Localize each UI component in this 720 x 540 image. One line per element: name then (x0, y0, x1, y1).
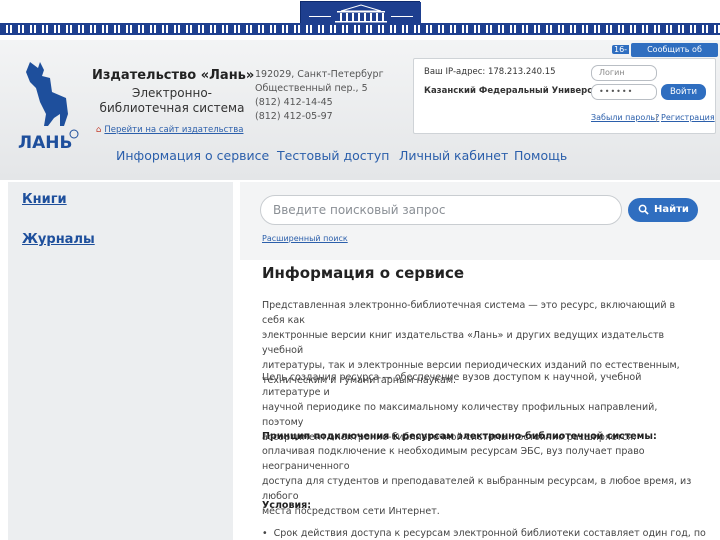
principle-title: Принцип подключения к ресурсам электронн… (262, 431, 657, 442)
publisher-subtitle: Электронно-библиотечная система (99, 86, 245, 115)
principle-paragraph: Принцип подключения к ресурсам электронн… (262, 429, 692, 519)
page-title: Информация о сервисе (262, 264, 465, 282)
text-line: места посредством сети Интернет. (262, 506, 440, 517)
decorative-border (0, 23, 720, 35)
address-line: 192029, Санкт-Петербург (255, 69, 384, 80)
login-input[interactable]: Логин (591, 65, 657, 81)
publisher-site-link-label: Перейти на сайт издательства (104, 125, 244, 135)
forgot-password-link[interactable]: Забыли пароль? (591, 113, 659, 122)
report-error-button[interactable]: Сообщить об ошибке (631, 43, 718, 68)
text-line: доступа для студентов и преподавателей к… (262, 476, 692, 502)
sidebar-item-books[interactable]: Книги (22, 192, 67, 207)
register-link[interactable]: Регистрация (661, 113, 715, 122)
publisher-address: 192029, Санкт-Петербург Общественный пер… (255, 68, 384, 124)
slide-banner (0, 0, 720, 38)
search-icon (638, 204, 649, 215)
main-content: Введите поисковый запрос Найти Расширенн… (240, 182, 720, 540)
search-area: Введите поисковый запрос Найти Расширенн… (240, 182, 720, 260)
phone-number: (812) 412-05-97 (255, 111, 333, 122)
phone-number: (812) 412-14-45 (255, 97, 333, 108)
nav-item-help[interactable]: Помощь (514, 148, 567, 163)
address-line: Общественный пер., 5 (255, 83, 368, 94)
building-emblem-icon (300, 1, 421, 24)
text-line: Цель создания ресурса — обеспечение вузо… (262, 372, 642, 398)
ip-address: Ваш IP-адрес: 178.213.240.15 (424, 67, 556, 77)
report-prefix: 16- (612, 45, 630, 54)
login-button[interactable]: Войти (661, 84, 706, 100)
sidebar-item-journals[interactable]: Журналы (22, 232, 95, 247)
publisher-site-link[interactable]: ⌂ Перейти на сайт издательства (96, 125, 243, 135)
text-line: оплачивая подключение к необходимым ресу… (262, 446, 645, 472)
search-input[interactable]: Введите поисковый запрос (260, 195, 622, 225)
login-panel: Ваш IP-адрес: 178.213.240.15 Казанский Ф… (413, 58, 716, 134)
conditions-title: Условия: (262, 500, 312, 511)
house-icon: ⌂ (96, 125, 102, 135)
advanced-search-link[interactable]: Расширенный поиск (262, 234, 348, 243)
text-line: Представленная электронно-библиотечная с… (262, 300, 676, 326)
text-line: научной периодике по максимальному колич… (262, 402, 658, 428)
password-input[interactable]: •••••• (591, 84, 657, 100)
link-separator: | (655, 113, 658, 122)
publisher-title: Издательство «Лань» (92, 68, 255, 83)
logo-text: ЛАНЬ (18, 133, 72, 153)
nav-item-info[interactable]: Информация о сервисе (116, 148, 269, 163)
nav-item-account[interactable]: Личный кабинет (399, 148, 508, 163)
list-item: • Срок действия доступа к ресурсам элект… (262, 528, 706, 539)
lan-logo: ЛАНЬ (16, 58, 80, 154)
nav-item-test-access[interactable]: Тестовый доступ (277, 148, 389, 163)
organization-name: Казанский Федеральный Университет (424, 86, 614, 96)
text-line: электронные версии книг издательства «Ла… (262, 330, 665, 356)
sidebar: Книги Журналы (8, 182, 233, 540)
